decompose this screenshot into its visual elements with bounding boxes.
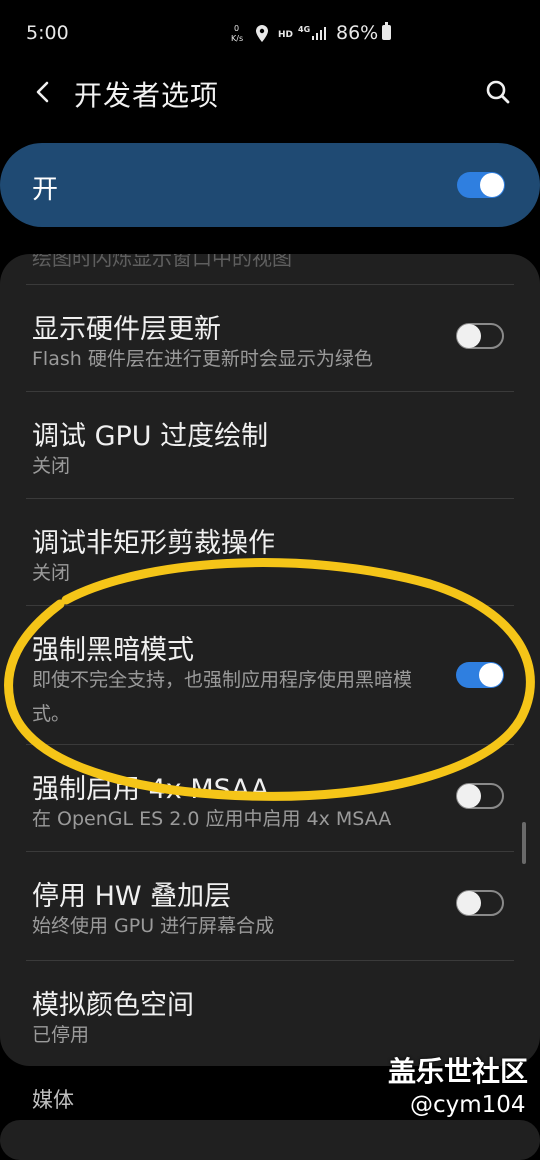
battery-percent: 86% — [336, 22, 379, 44]
setting-summary: 在 OpenGL ES 2.0 应用中启用 4x MSAA — [32, 808, 392, 830]
setting-title: 强制启用 4x MSAA — [32, 774, 269, 805]
setting-force-4x-msaa[interactable]: 强制启用 4x MSAA 在 OpenGL ES 2.0 应用中启用 4x MS… — [0, 745, 540, 851]
setting-debug-gpu-overdraw[interactable]: 调试 GPU 过度绘制 关闭 — [0, 392, 540, 498]
settings-list: 绘图时闪烁显示窗口中的视图 显示硬件层更新 Flash 硬件层在进行更新时会显示… — [0, 254, 540, 1066]
scrollbar-thumb[interactable] — [522, 822, 526, 864]
setting-title: 停用 HW 叠加层 — [32, 881, 232, 912]
next-card — [0, 1120, 540, 1160]
svg-text:K/s: K/s — [231, 34, 243, 43]
setting-summary: Flash 硬件层在进行更新时会显示为绿色 — [32, 348, 373, 370]
setting-title: 强制黑暗模式 — [32, 635, 194, 666]
toggle-force-dark[interactable] — [456, 662, 504, 688]
watermark-community: 盖乐世社区 — [388, 1055, 529, 1088]
clipped-summary: 绘图时闪烁显示窗口中的视图 — [32, 254, 292, 270]
setting-summary: 关闭 — [32, 455, 71, 477]
setting-title: 调试非矩形剪裁操作 — [32, 528, 275, 559]
setting-force-dark[interactable]: 强制黑暗模式 即使不完全支持，也强制应用程序使用黑暗模式。 — [0, 606, 540, 744]
page-title: 开发者选项 — [74, 79, 220, 112]
app-bar: 开发者选项 — [0, 66, 540, 130]
watermark-user: @cym104 — [410, 1092, 526, 1118]
status-time: 5:00 — [26, 22, 69, 44]
battery-icon — [382, 22, 391, 40]
location-icon — [256, 25, 268, 42]
svg-text:4G: 4G — [298, 25, 310, 34]
setting-title: 调试 GPU 过度绘制 — [32, 421, 269, 452]
status-bar: 5:00 0 K/s HD 4G 86% — [0, 0, 540, 66]
toggle-disable-hw-overlays[interactable] — [456, 890, 504, 916]
setting-show-hw-layer-updates[interactable]: 显示硬件层更新 Flash 硬件层在进行更新时会显示为绿色 — [0, 285, 540, 391]
setting-summary: 即使不完全支持，也强制应用程序使用黑暗模式。 — [32, 669, 413, 725]
master-toggle[interactable] — [457, 172, 505, 198]
setting-title: 模拟颜色空间 — [32, 990, 194, 1021]
back-arrow-icon[interactable] — [30, 78, 58, 106]
search-icon[interactable] — [484, 78, 512, 106]
setting-debug-nonrect-clip[interactable]: 调试非矩形剪裁操作 关闭 — [0, 499, 540, 605]
status-icons: 0 K/s HD 4G — [231, 24, 326, 43]
toggle-force-4x-msaa[interactable] — [456, 783, 504, 809]
toggle-show-hw-layer-updates[interactable] — [456, 323, 504, 349]
setting-summary: 关闭 — [32, 562, 71, 584]
master-switch-row[interactable]: 开 — [0, 143, 540, 227]
setting-disable-hw-overlays[interactable]: 停用 HW 叠加层 始终使用 GPU 进行屏幕合成 — [0, 852, 540, 960]
setting-title: 显示硬件层更新 — [32, 314, 221, 345]
svg-text:HD: HD — [278, 30, 293, 40]
section-header-media: 媒体 — [32, 1088, 74, 1112]
svg-text:0: 0 — [234, 24, 239, 33]
setting-summary: 始终使用 GPU 进行屏幕合成 — [32, 915, 275, 937]
setting-summary: 已停用 — [32, 1024, 90, 1046]
master-switch-label: 开 — [32, 175, 59, 205]
